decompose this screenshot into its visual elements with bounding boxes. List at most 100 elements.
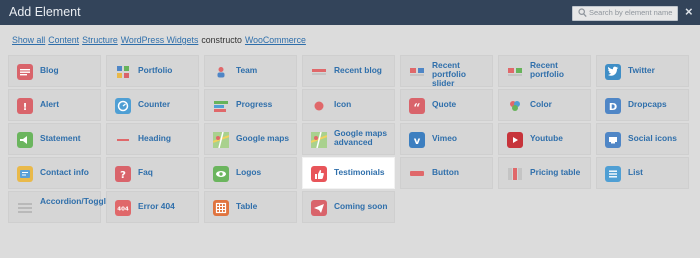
element-pricing-table[interactable]: Pricing table <box>498 157 591 189</box>
element-google-maps-advanced[interactable]: Google maps advanced <box>302 123 395 155</box>
element-label: Button <box>432 167 459 177</box>
element-label: Error 404 <box>138 201 175 211</box>
testimonials-icon <box>311 166 327 182</box>
filter-bar: Show all Content Structure WordPress Widget… <box>12 35 309 47</box>
element-color[interactable]: Color <box>498 89 591 121</box>
blog-icon <box>17 64 33 80</box>
faq-icon: ? <box>115 166 131 182</box>
dropcaps-icon: D <box>605 98 621 114</box>
element-label: Progress <box>236 99 273 109</box>
element-label: Youtube <box>530 133 563 143</box>
element-label: Color <box>530 99 552 109</box>
element-button[interactable]: Button <box>400 157 493 189</box>
heading-icon <box>115 132 131 148</box>
element-twitter[interactable]: Twitter <box>596 55 689 87</box>
dialog-header: Add Element Search by element name × <box>0 0 700 25</box>
element-contact-info[interactable]: Contact info <box>8 157 101 189</box>
element-label: Twitter <box>628 65 655 75</box>
element-quote[interactable]: “ Quote <box>400 89 493 121</box>
element-label: Alert <box>40 99 60 109</box>
team-icon <box>213 64 229 80</box>
element-label: Heading <box>138 133 172 143</box>
element-icon[interactable]: Icon <box>302 89 395 121</box>
element-recent-blog[interactable]: Recent blog <box>302 55 395 87</box>
element-social-icons[interactable]: Social icons <box>596 123 689 155</box>
close-icon[interactable]: × <box>685 4 693 19</box>
element-label: Coming soon <box>334 201 388 211</box>
element-label: Recent portfolio <box>530 60 564 79</box>
element-label: Recent portfolio slider <box>432 60 466 88</box>
portfolio-icon <box>115 64 131 80</box>
element-label: Statement <box>40 133 81 143</box>
search-input[interactable]: Search by element name <box>589 8 672 17</box>
youtube-icon <box>507 132 523 148</box>
element-error-404[interactable]: 404 Error 404 <box>106 191 199 223</box>
element-testimonials[interactable]: Testimonials <box>302 157 395 189</box>
element-portfolio[interactable]: Portfolio <box>106 55 199 87</box>
svg-text:?: ? <box>120 170 126 181</box>
color-icon <box>507 98 523 114</box>
search-icon <box>578 8 587 18</box>
element-team[interactable]: Team <box>204 55 297 87</box>
element-label: Logos <box>236 167 262 177</box>
recent-blog-icon <box>311 64 327 80</box>
filter-constructo[interactable]: constructo <box>201 35 242 45</box>
contact-info-icon <box>17 166 33 182</box>
element-progress[interactable]: Progress <box>204 89 297 121</box>
filter-woocommerce[interactable]: WooCommerce <box>245 35 306 45</box>
element-recent-portfolio-slider[interactable]: Recent portfolio slider <box>400 55 493 88</box>
element-label: Faq <box>138 167 153 177</box>
element-label: Blog <box>40 65 59 75</box>
social-icons-icon <box>605 132 621 148</box>
element-label: Testimonials <box>334 167 385 177</box>
element-label: Accordion/Toggle <box>40 196 111 206</box>
element-recent-portfolio[interactable]: Recent portfolio <box>498 55 591 87</box>
button-icon <box>409 166 425 182</box>
element-accordion-toggle[interactable]: Accordion/Toggle <box>8 191 111 223</box>
svg-text:v: v <box>414 136 421 147</box>
pricing-table-icon <box>507 166 523 182</box>
element-vimeo[interactable]: v Vimeo <box>400 123 493 155</box>
element-logos[interactable]: Logos <box>204 157 297 189</box>
element-label: Recent blog <box>334 65 382 75</box>
element-label: Google maps advanced <box>334 128 388 147</box>
svg-text:!: ! <box>23 102 28 113</box>
filter-show-all[interactable]: Show all <box>12 35 45 45</box>
filter-content[interactable]: Content <box>48 35 79 45</box>
element-youtube[interactable]: Youtube <box>498 123 591 155</box>
counter-icon <box>115 98 131 114</box>
element-heading[interactable]: Heading <box>106 123 199 155</box>
vimeo-icon: v <box>409 132 425 148</box>
google-maps-icon <box>213 132 229 148</box>
progress-icon <box>213 98 229 114</box>
accordion-toggle-icon <box>17 200 33 216</box>
alert-icon: ! <box>17 98 33 114</box>
twitter-icon <box>605 64 621 80</box>
element-blog[interactable]: Blog <box>8 55 101 87</box>
coming-soon-icon <box>311 200 327 216</box>
element-google-maps[interactable]: Google maps <box>204 123 297 155</box>
svg-text:“: “ <box>414 101 421 114</box>
element-label: Google maps <box>236 133 290 143</box>
element-coming-soon[interactable]: Coming soon <box>302 191 395 223</box>
element-table[interactable]: Table <box>204 191 297 223</box>
element-faq[interactable]: ? Faq <box>106 157 199 189</box>
icon-icon <box>311 98 327 114</box>
filter-wordpress-widgets[interactable]: WordPress Widgets <box>121 35 199 45</box>
statement-icon <box>17 132 33 148</box>
search-box[interactable]: Search by element name <box>572 6 678 21</box>
element-label: List <box>628 167 643 177</box>
element-list[interactable]: List <box>596 157 689 189</box>
element-counter[interactable]: Counter <box>106 89 199 121</box>
dialog-title: Add Element <box>9 5 81 19</box>
element-label: Portfolio <box>138 65 173 75</box>
element-label: Pricing table <box>530 167 581 177</box>
table-icon <box>213 200 229 216</box>
recent-portfolio-icon <box>507 64 523 80</box>
filter-structure[interactable]: Structure <box>82 35 118 45</box>
element-alert[interactable]: ! Alert <box>8 89 101 121</box>
add-element-dialog: Add Element Search by element name × Sho… <box>0 0 700 258</box>
element-label: Quote <box>432 99 457 109</box>
element-dropcaps[interactable]: D Dropcaps <box>596 89 689 121</box>
element-statement[interactable]: Statement <box>8 123 101 155</box>
